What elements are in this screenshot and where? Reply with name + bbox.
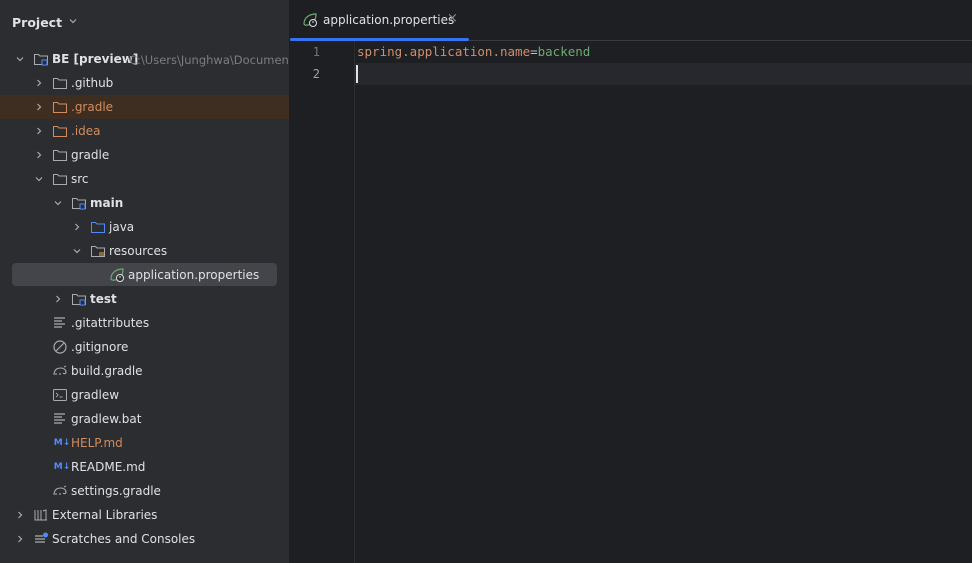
chevron-right-icon[interactable] <box>33 125 45 137</box>
tab-application-properties[interactable]: application.properties × <box>290 0 469 41</box>
tree-row-settings-gradle[interactable]: settings.gradle <box>0 479 289 503</box>
tree-label: README.md <box>71 460 146 474</box>
markdown-icon: M↓ <box>53 438 71 448</box>
tree-row-main[interactable]: main <box>0 191 289 215</box>
tree-row-gradle-dot[interactable]: .gradle <box>0 95 289 119</box>
close-icon[interactable]: × <box>447 11 458 26</box>
project-sidebar: Project BE [preview] C:\Users\Junghwa\Do… <box>0 0 289 563</box>
tree-row-gradlew[interactable]: gradlew <box>0 383 289 407</box>
chevron-right-icon[interactable] <box>52 293 64 305</box>
chevron-down-icon <box>68 16 78 29</box>
module-folder-icon <box>71 195 87 211</box>
code-line-1[interactable]: spring.application.name=backend <box>357 44 590 59</box>
folder-icon <box>52 123 68 139</box>
tree-row-gradle[interactable]: gradle <box>0 143 289 167</box>
tree-label: .idea <box>71 124 101 138</box>
line-number: 1 <box>312 45 320 59</box>
tree-row-github[interactable]: .github <box>0 71 289 95</box>
tree-label: build.gradle <box>71 364 143 378</box>
folder-icon <box>52 99 68 115</box>
tree-label: test <box>90 292 117 306</box>
chevron-right-icon[interactable] <box>14 509 26 521</box>
tree-label: .gradle <box>71 100 114 114</box>
root-path-label: C:\Users\Junghwa\Documents <box>129 53 289 67</box>
property-key: spring.application.name <box>357 44 531 59</box>
chevron-right-icon[interactable] <box>33 101 45 113</box>
tree-row-readme-md[interactable]: M↓ README.md <box>0 455 289 479</box>
library-icon <box>33 507 49 523</box>
chevron-down-icon[interactable] <box>14 53 26 65</box>
chevron-right-icon[interactable] <box>33 77 45 89</box>
tree-label: .gitattributes <box>71 316 150 330</box>
tree-label: .github <box>71 76 114 90</box>
tree-label: gradlew <box>71 388 120 402</box>
text-file-icon <box>52 411 68 427</box>
tree-row-build-gradle[interactable]: build.gradle <box>0 359 289 383</box>
tree-label: External Libraries <box>52 508 158 522</box>
tree-row-resources[interactable]: resources <box>0 239 289 263</box>
chevron-down-icon[interactable] <box>71 245 83 257</box>
chevron-down-icon[interactable] <box>33 173 45 185</box>
chevron-right-icon[interactable] <box>14 533 26 545</box>
tree-row-help-md[interactable]: M↓ HELP.md <box>0 431 289 455</box>
scratches-icon <box>33 531 49 547</box>
tree-label: java <box>109 220 135 234</box>
tree-label: src <box>71 172 89 186</box>
module-folder-icon <box>33 51 49 67</box>
folder-icon <box>52 147 68 163</box>
tree-label: HELP.md <box>71 436 123 450</box>
text-caret <box>356 65 358 83</box>
tree-label: Scratches and Consoles <box>52 532 196 546</box>
source-folder-icon <box>90 219 106 235</box>
resources-folder-icon <box>90 243 106 259</box>
tree-label: gradle <box>71 148 110 162</box>
editor-tab-bar: application.properties × <box>290 0 972 41</box>
tree-row-java[interactable]: java <box>0 215 289 239</box>
markdown-icon: M↓ <box>53 462 71 472</box>
tree-label: gradlew.bat <box>71 412 142 426</box>
line-number: 2 <box>312 67 320 81</box>
tree-label: .gitignore <box>71 340 129 354</box>
module-folder-icon <box>71 291 87 307</box>
folder-icon <box>52 75 68 91</box>
tree-row-gitattributes[interactable]: .gitattributes <box>0 311 289 335</box>
tree-row-external-libraries[interactable]: External Libraries <box>0 503 289 527</box>
property-value: backend <box>537 44 591 59</box>
tree-row-be-root[interactable]: BE [preview] C:\Users\Junghwa\Documents <box>0 47 289 71</box>
chevron-right-icon[interactable] <box>71 221 83 233</box>
terminal-icon <box>52 387 68 403</box>
project-view-selector[interactable]: Project <box>12 12 78 32</box>
spring-leaf-icon <box>302 12 318 31</box>
line-number-gutter[interactable]: 1 2 <box>290 41 355 563</box>
tree-row-test[interactable]: test <box>0 287 289 311</box>
tree-row-gradlew-bat[interactable]: gradlew.bat <box>0 407 289 431</box>
ignore-file-icon <box>52 339 68 355</box>
folder-icon <box>52 171 68 187</box>
spring-leaf-icon <box>109 267 125 283</box>
project-view-title: Project <box>12 14 63 30</box>
property-equals: = <box>530 44 538 59</box>
code-line-2[interactable] <box>357 66 957 84</box>
chevron-right-icon[interactable] <box>33 149 45 161</box>
tab-label: application.properties <box>323 13 455 27</box>
root-name-label: BE [preview] <box>52 52 139 66</box>
editor-panel: application.properties × 1 2 spring.appl… <box>290 0 972 563</box>
tree-label: main <box>90 196 124 210</box>
tree-row-src[interactable]: src <box>0 167 289 191</box>
tree-label: resources <box>109 244 168 258</box>
gradle-elephant-icon <box>52 483 68 499</box>
chevron-down-icon[interactable] <box>52 197 64 209</box>
tree-row-idea[interactable]: .idea <box>0 119 289 143</box>
gradle-elephant-icon <box>52 363 68 379</box>
tree-row-scratches[interactable]: Scratches and Consoles <box>0 527 289 551</box>
text-file-icon <box>52 315 68 331</box>
tree-label: application.properties <box>128 268 260 282</box>
tree-label: settings.gradle <box>71 484 161 498</box>
tree-row-application-properties[interactable]: application.properties <box>0 263 289 287</box>
tree-row-gitignore[interactable]: .gitignore <box>0 335 289 359</box>
